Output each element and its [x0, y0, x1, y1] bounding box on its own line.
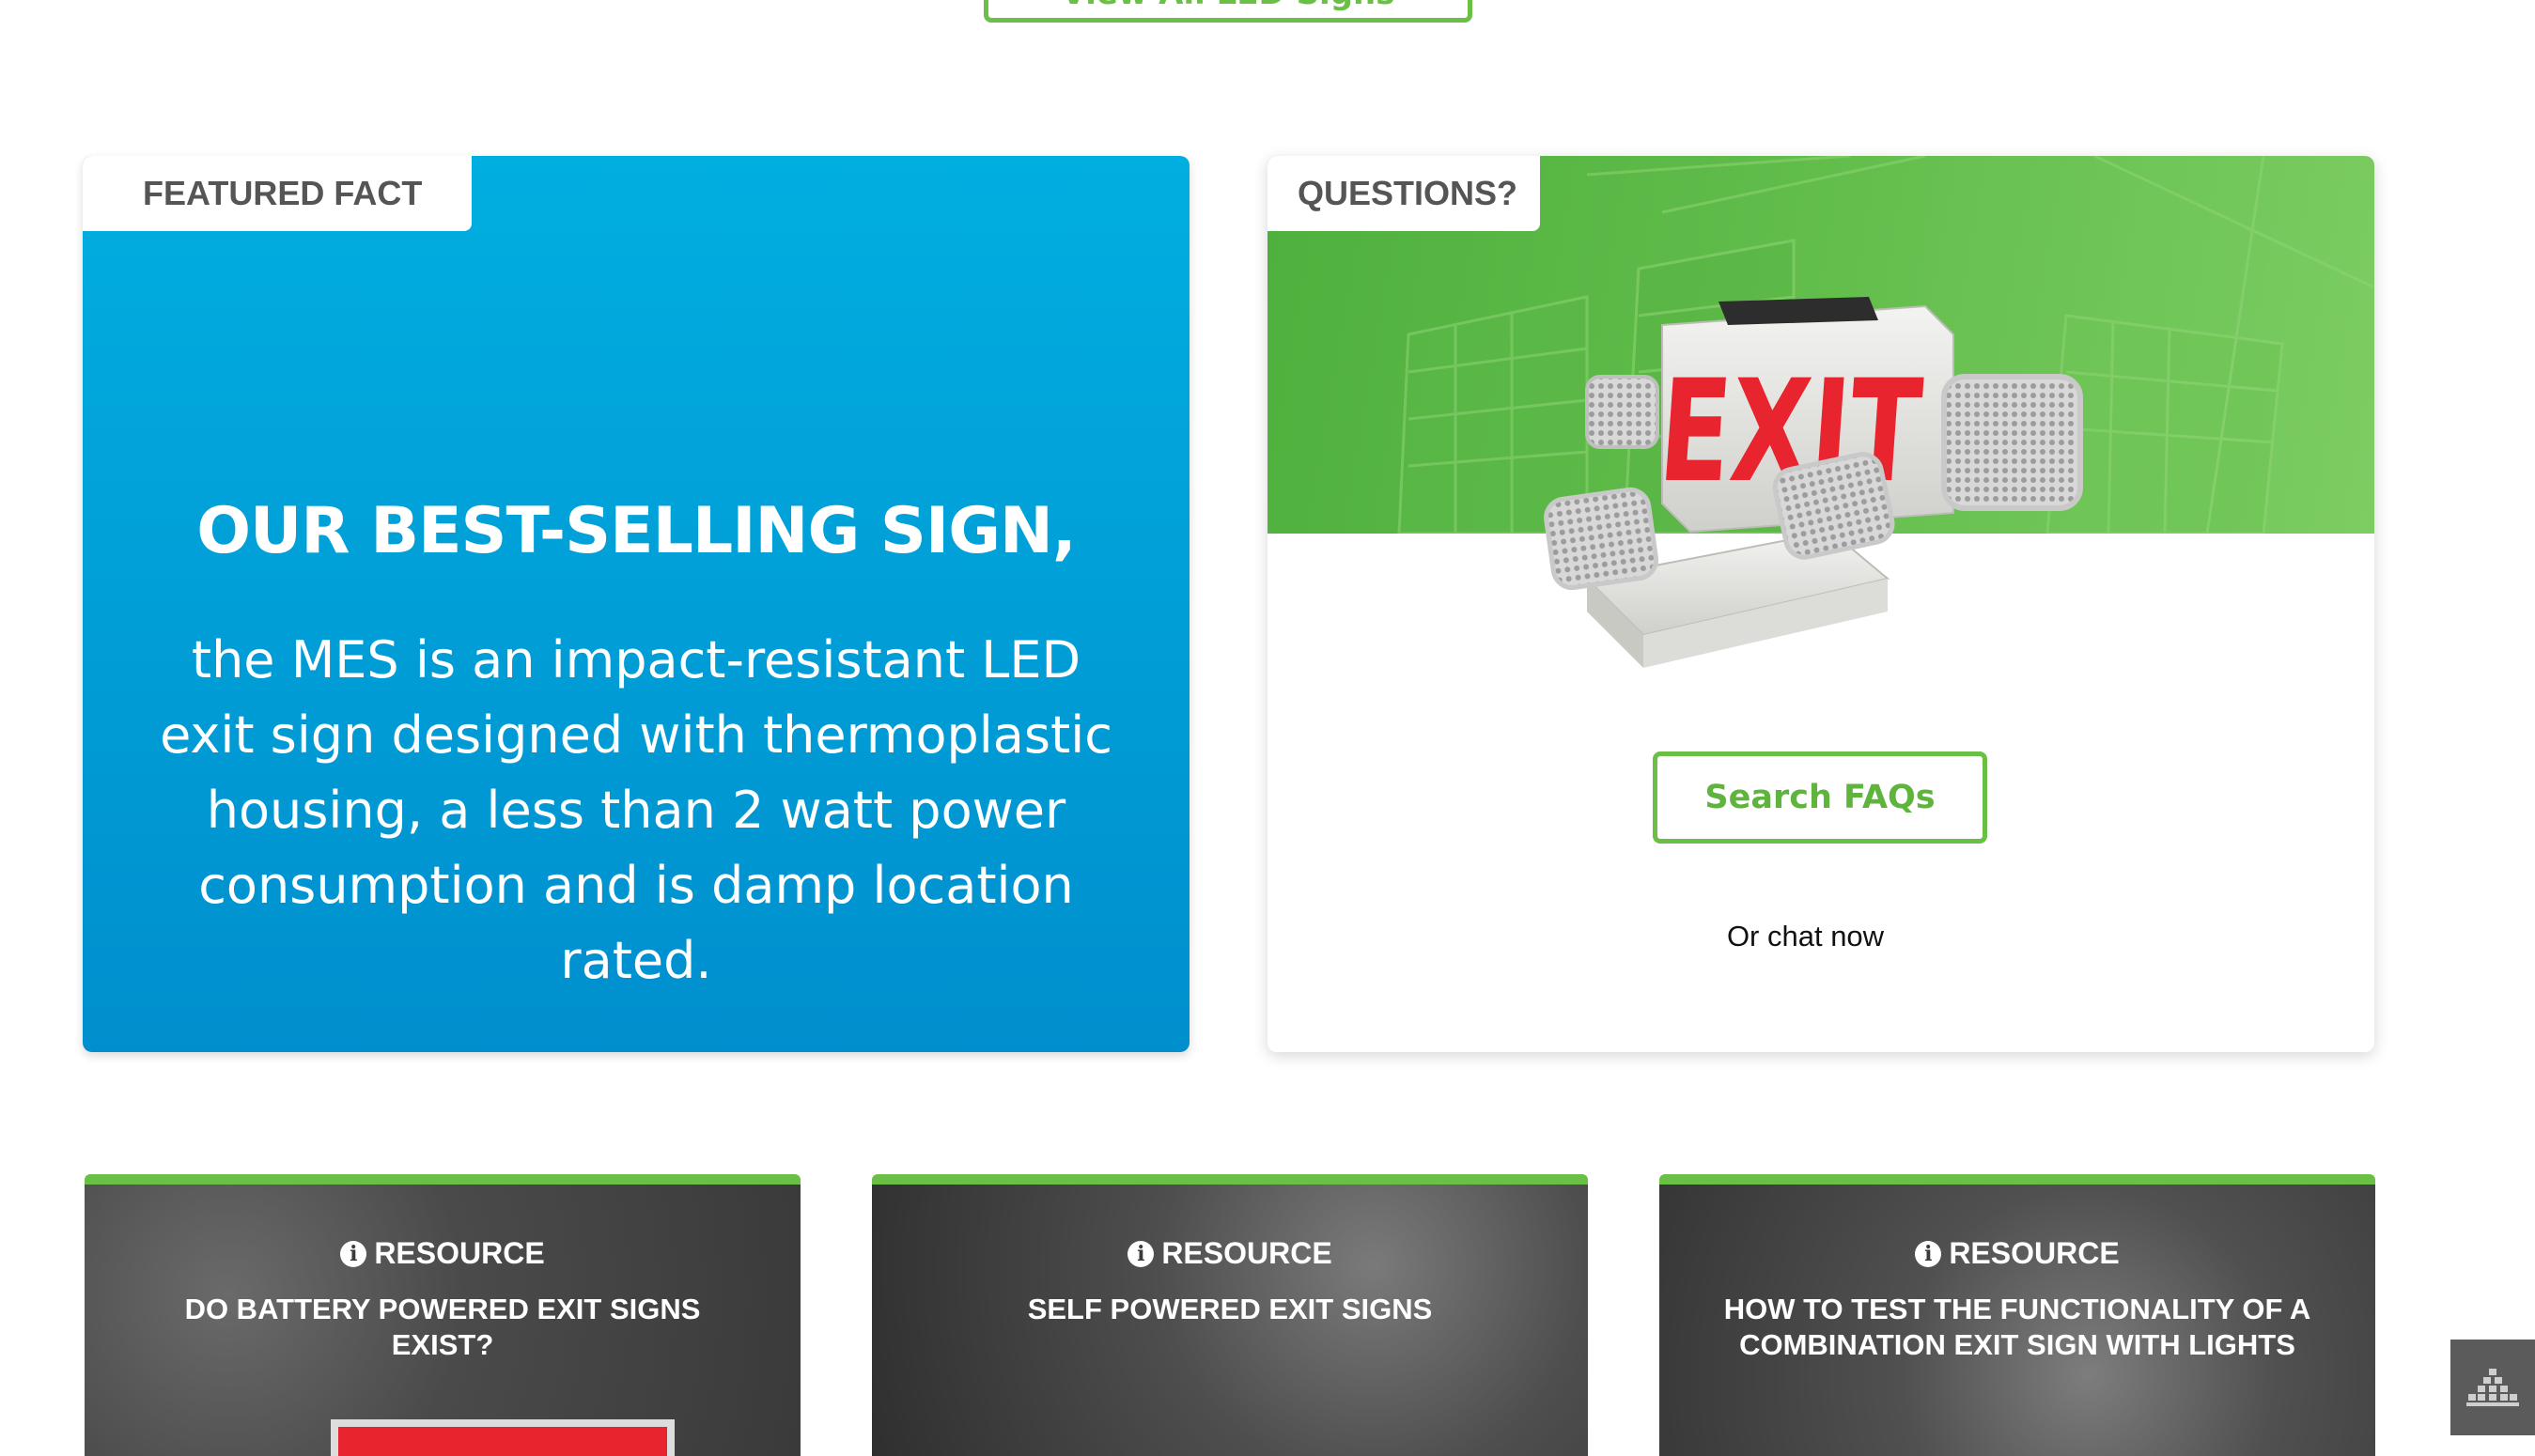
view-all-signs-label: View All LED Signs	[1061, 0, 1394, 12]
featured-fact-tab: FEATURED FACT	[83, 156, 472, 231]
featured-fact-body: the MES is an impact-resistant LED exit …	[160, 630, 1112, 990]
chat-now-link[interactable]: Or chat now	[1268, 920, 2343, 953]
resource-title: SELF POWERED EXIT SIGNS	[1027, 1293, 1433, 1325]
info-icon: i	[1128, 1240, 1155, 1267]
resource-label: RESOURCE	[374, 1236, 545, 1270]
questions-card: QUESTIONS? EXIT Search FAQs Or chat now	[1268, 156, 2374, 1052]
resource-label-row: i RESOURCE	[1659, 1236, 2375, 1271]
resource-card-self-powered[interactable]: i RESOURCE SELF POWERED EXIT SIGNS	[872, 1174, 1588, 1456]
chat-widget-button[interactable]	[2450, 1340, 2535, 1435]
resource-title: HOW TO TEST THE FUNCTIONALITY OF A COMBI…	[1723, 1293, 2311, 1361]
search-faqs-label: Search FAQs	[1704, 779, 1936, 816]
featured-fact-card: FEATURED FACT OUR BEST-SELLING SIGN, the…	[83, 156, 1190, 1052]
info-icon: i	[1915, 1240, 1942, 1267]
questions-tab: QUESTIONS?	[1268, 156, 1540, 231]
resource-label: RESOURCE	[1949, 1236, 2120, 1270]
search-faqs-button[interactable]: Search FAQs	[1653, 751, 1987, 844]
resource-title: DO BATTERY POWERED EXIT SIGNS EXIST?	[184, 1293, 701, 1361]
info-icon: i	[340, 1240, 367, 1267]
resource-label-row: i RESOURCE	[872, 1236, 1588, 1271]
exit-sign-product-image: EXIT	[1544, 297, 2083, 668]
resource-card-battery[interactable]: i RESOURCE DO BATTERY POWERED EXIT SIGNS…	[85, 1174, 801, 1456]
resource-card-test-combination[interactable]: i RESOURCE HOW TO TEST THE FUNCTIONALITY…	[1659, 1174, 2375, 1456]
stairs-icon	[2466, 1369, 2519, 1406]
resource-label: RESOURCE	[1161, 1236, 1332, 1270]
featured-fact-heading: OUR BEST-SELLING SIGN,	[196, 494, 1077, 568]
resource-label-row: i RESOURCE	[85, 1236, 801, 1271]
view-all-signs-button[interactable]: View All LED Signs	[984, 0, 1472, 23]
exit-sign-thumbnail	[331, 1419, 675, 1456]
